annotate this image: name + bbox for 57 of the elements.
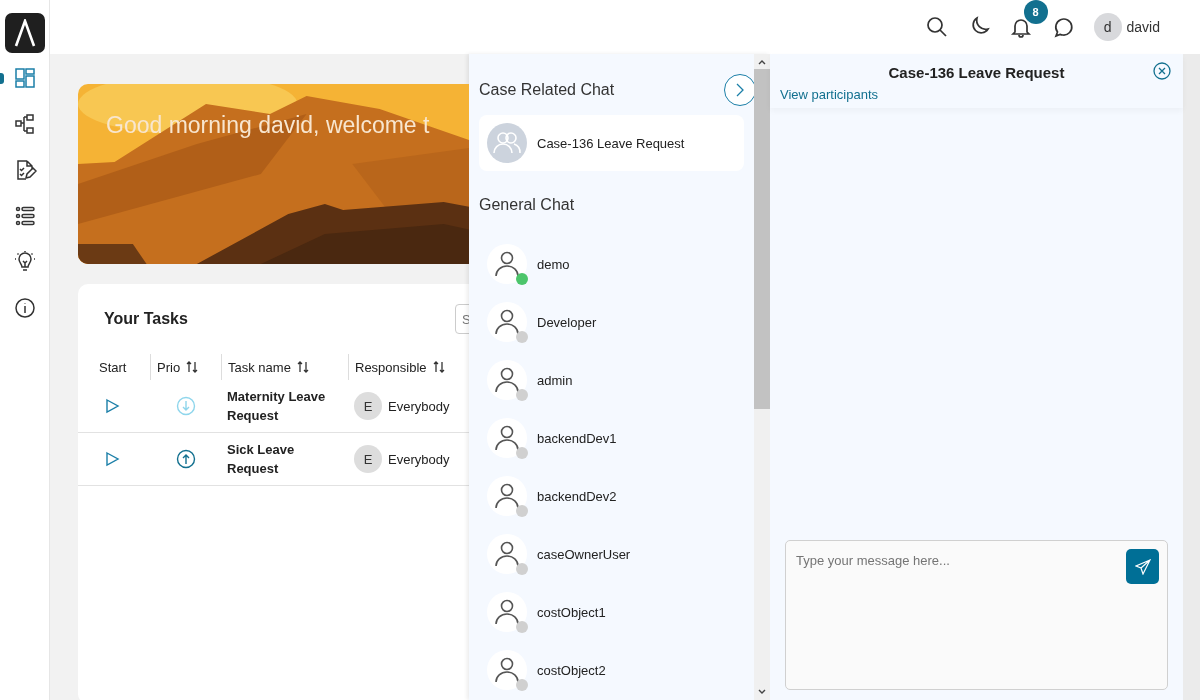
case-chat-item[interactable]: Case-136 Leave Request <box>479 115 744 171</box>
logo-icon[interactable] <box>4 13 45 53</box>
conversation-title: Case-136 Leave Request <box>888 64 1065 81</box>
group-avatar <box>487 123 527 163</box>
sort-icon[interactable] <box>296 361 309 373</box>
user-chat-item[interactable]: costObject1 <box>479 583 744 641</box>
sort-icon[interactable] <box>432 361 445 373</box>
section-title: Case Related Chat <box>479 81 615 99</box>
person-icon <box>495 483 519 508</box>
play-icon[interactable] <box>104 451 120 467</box>
notification-badge: 8 <box>1023 0 1048 24</box>
person-icon <box>495 309 519 334</box>
responsible-avatar: E <box>354 445 382 473</box>
person-icon <box>495 657 519 682</box>
dashboard-icon[interactable] <box>12 66 37 90</box>
person-icon <box>495 425 519 450</box>
play-icon[interactable] <box>104 398 120 414</box>
responsible-avatar: E <box>354 392 382 420</box>
user-chat-item[interactable]: Developer <box>479 293 744 351</box>
scrollbar[interactable] <box>754 54 770 700</box>
chevron-right-icon[interactable] <box>724 74 756 106</box>
active-indicator <box>0 73 4 84</box>
column-header[interactable]: Prio <box>150 354 221 380</box>
responsible-name: Everybody <box>388 398 450 414</box>
user-chat-item[interactable]: backendDev2 <box>479 467 744 525</box>
person-icon <box>495 599 519 624</box>
task-name[interactable]: Sick Leave Request <box>221 440 348 478</box>
user-chat-item[interactable]: backendDev1 <box>479 409 744 467</box>
user-chat-item[interactable]: admin <box>479 351 744 409</box>
view-participants-link[interactable]: View participants <box>780 87 879 102</box>
user-chat-item[interactable]: demo <box>479 235 744 293</box>
send-button[interactable] <box>1126 549 1159 584</box>
scroll-down-icon[interactable] <box>757 688 767 696</box>
bell-icon[interactable] <box>1009 16 1032 38</box>
user-name[interactable]: david <box>1126 19 1160 35</box>
info-icon[interactable] <box>12 296 37 320</box>
responsible-name: Everybody <box>388 451 450 467</box>
person-icon <box>495 541 519 566</box>
flow-icon[interactable] <box>12 112 37 136</box>
user-chat-item[interactable]: caseOwnerUser <box>479 525 744 583</box>
person-icon <box>495 367 519 392</box>
card-title: Your Tasks <box>104 310 189 328</box>
user-chat-item[interactable]: costObject2 <box>479 641 744 699</box>
sort-icon[interactable] <box>186 361 199 373</box>
greeting-text: Good morning david, welcome t <box>106 112 430 139</box>
message-field[interactable]: Type your message here... <box>785 540 1168 690</box>
paper-plane-icon <box>1134 558 1151 575</box>
scroll-up-icon[interactable] <box>757 58 767 66</box>
column-header[interactable]: Task name <box>221 354 348 380</box>
user-avatar[interactable]: d <box>1093 13 1122 41</box>
column-header: Start <box>98 358 128 377</box>
section-title: General Chat <box>479 196 576 214</box>
lightbulb-icon[interactable] <box>12 250 37 274</box>
person-icon <box>495 251 519 276</box>
search-icon[interactable] <box>925 16 948 38</box>
task-name[interactable]: Maternity Leave Request <box>221 387 348 425</box>
close-icon[interactable] <box>1153 62 1171 80</box>
